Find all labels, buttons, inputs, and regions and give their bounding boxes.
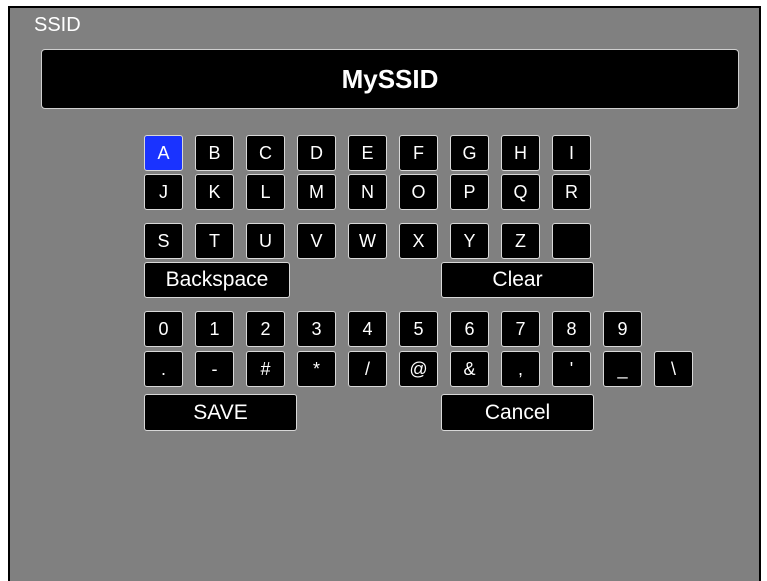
key-asterisk[interactable]: * [297, 351, 336, 387]
key-k[interactable]: K [195, 174, 234, 210]
key-t[interactable]: T [195, 223, 234, 259]
key-f[interactable]: F [399, 135, 438, 171]
key-z[interactable]: Z [501, 223, 540, 259]
key-4[interactable]: 4 [348, 311, 387, 347]
key-g[interactable]: G [450, 135, 489, 171]
key-q[interactable]: Q [501, 174, 540, 210]
key-at[interactable]: @ [399, 351, 438, 387]
key-a[interactable]: A [144, 135, 183, 171]
key-comma[interactable]: , [501, 351, 540, 387]
key-u[interactable]: U [246, 223, 285, 259]
key-backslash[interactable]: \ [654, 351, 693, 387]
key-l[interactable]: L [246, 174, 285, 210]
key-8[interactable]: 8 [552, 311, 591, 347]
key-d[interactable]: D [297, 135, 336, 171]
key-y[interactable]: Y [450, 223, 489, 259]
key-3[interactable]: 3 [297, 311, 336, 347]
key-r[interactable]: R [552, 174, 591, 210]
key-slash[interactable]: / [348, 351, 387, 387]
key-w[interactable]: W [348, 223, 387, 259]
field-title: SSID [34, 14, 81, 36]
key-i[interactable]: I [552, 135, 591, 171]
key-2[interactable]: 2 [246, 311, 285, 347]
key-e[interactable]: E [348, 135, 387, 171]
key-1[interactable]: 1 [195, 311, 234, 347]
key-ampersand[interactable]: & [450, 351, 489, 387]
cancel-button[interactable]: Cancel [441, 394, 594, 431]
key-v[interactable]: V [297, 223, 336, 259]
key-h[interactable]: H [501, 135, 540, 171]
save-button[interactable]: SAVE [144, 394, 297, 431]
key-space[interactable] [552, 223, 591, 259]
key-p[interactable]: P [450, 174, 489, 210]
ssid-value-display: MySSID [41, 49, 739, 109]
key-0[interactable]: 0 [144, 311, 183, 347]
key-c[interactable]: C [246, 135, 285, 171]
ssid-editor-screen: SSID MySSID A B C D E F G H I J K L M N … [8, 6, 761, 581]
ssid-value-text: MySSID [341, 63, 439, 94]
key-o[interactable]: O [399, 174, 438, 210]
key-apostrophe[interactable]: ' [552, 351, 591, 387]
key-hyphen[interactable]: - [195, 351, 234, 387]
key-7[interactable]: 7 [501, 311, 540, 347]
key-b[interactable]: B [195, 135, 234, 171]
key-underscore[interactable]: _ [603, 351, 642, 387]
key-n[interactable]: N [348, 174, 387, 210]
key-6[interactable]: 6 [450, 311, 489, 347]
key-x[interactable]: X [399, 223, 438, 259]
key-period[interactable]: . [144, 351, 183, 387]
key-hash[interactable]: # [246, 351, 285, 387]
backspace-button[interactable]: Backspace [144, 262, 290, 298]
key-j[interactable]: J [144, 174, 183, 210]
key-5[interactable]: 5 [399, 311, 438, 347]
key-9[interactable]: 9 [603, 311, 642, 347]
key-s[interactable]: S [144, 223, 183, 259]
key-m[interactable]: M [297, 174, 336, 210]
clear-button[interactable]: Clear [441, 262, 594, 298]
